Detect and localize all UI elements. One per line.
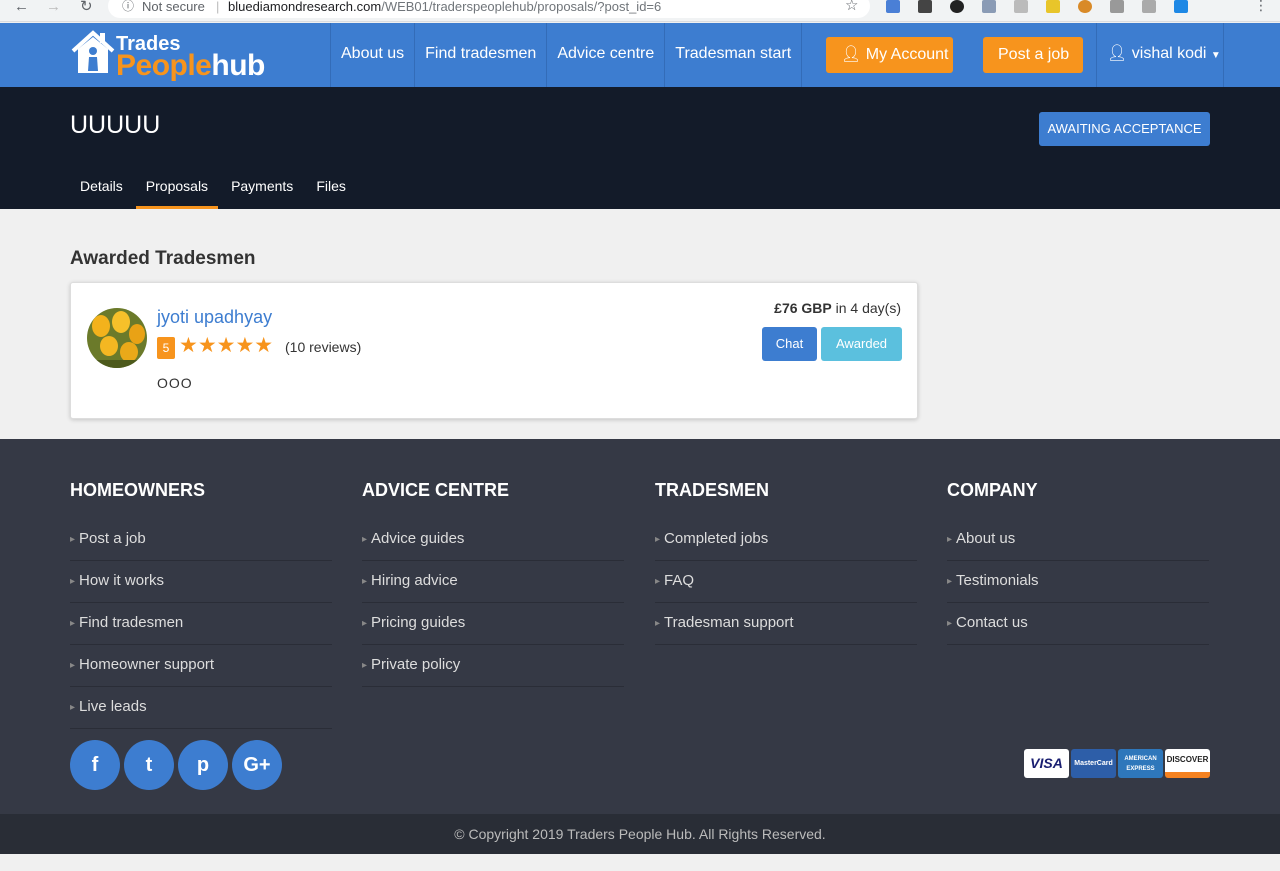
user-icon: 👤︎	[1107, 45, 1128, 62]
extension-icon[interactable]	[1078, 0, 1092, 13]
footer-link-testimonials[interactable]: Testimonials	[947, 561, 1209, 603]
main-nav: About us Find tradesmen Advice centre Tr…	[330, 23, 803, 87]
star-rating: ★★★★★	[179, 334, 274, 357]
footer-link-how-it-works[interactable]: How it works	[70, 561, 332, 603]
job-banner: UUUUU Awaiting Acceptance Details Propos…	[0, 87, 1280, 209]
extension-icon[interactable]	[1110, 0, 1124, 13]
awaiting-acceptance-button[interactable]: Awaiting Acceptance	[1039, 112, 1210, 146]
avatar[interactable]	[87, 308, 147, 368]
pinterest-icon[interactable]: p	[178, 740, 228, 790]
amex-icon: AMERICAN EXPRESS	[1118, 749, 1163, 778]
footer-link-contact-us[interactable]: Contact us	[947, 603, 1209, 645]
facebook-icon[interactable]: f	[70, 740, 120, 790]
footer-column-tradesmen: TRADESMEN Completed jobs FAQ Tradesman s…	[655, 479, 917, 645]
site-header: Trades Peoplehub About us Find tradesmen…	[0, 23, 1280, 87]
copyright-text: © Copyright 2019 Traders People Hub. All…	[0, 814, 1280, 854]
proposal-price: £76 GBP in 4 day(s)	[774, 300, 901, 316]
job-tabs: Details Proposals Payments Files	[70, 169, 359, 209]
footer-column-company: COMPANY About us Testimonials Contact us	[947, 479, 1209, 645]
footer-link-advice-guides[interactable]: Advice guides	[362, 519, 624, 561]
extension-icon[interactable]	[1174, 0, 1188, 13]
chat-button[interactable]: Chat	[762, 327, 817, 361]
proposal-message: OOO	[157, 375, 193, 391]
proposal-card: jyoti upadhyay 5 ★★★★★ (10 reviews) OOO …	[70, 282, 918, 419]
post-job-button[interactable]: Post a job	[983, 37, 1083, 73]
browser-toolbar: ← → ↻ ⓘ Not secure | bluediamondresearch…	[0, 0, 1280, 22]
more-vertical-icon[interactable]: ⋮	[1254, 0, 1268, 12]
section-title: Awarded Tradesmen	[70, 248, 256, 269]
house-logo-icon	[71, 30, 115, 73]
nav-tradesman-start[interactable]: Tradesman start	[664, 23, 803, 87]
footer-heading: HOMEOWNERS	[70, 480, 205, 500]
user-name: vishal kodi	[1131, 45, 1207, 62]
visa-icon: VISA	[1024, 749, 1069, 778]
nav-find-tradesmen[interactable]: Find tradesmen	[414, 23, 546, 87]
extension-icon[interactable]	[918, 0, 932, 13]
logo-people-text: Peoplehub	[116, 49, 265, 83]
footer-link-tradesman-support[interactable]: Tradesman support	[655, 603, 917, 645]
url-text[interactable]: bluediamondresearch.com/WEB01/traderspeo…	[228, 0, 661, 13]
tab-files[interactable]: Files	[306, 169, 356, 209]
extension-icon[interactable]	[1142, 0, 1156, 13]
footer-link-about-us[interactable]: About us	[947, 519, 1209, 561]
logo-hub-word: hub	[211, 49, 265, 82]
footer-link-live-leads[interactable]: Live leads	[70, 687, 332, 729]
footer-heading: TRADESMEN	[655, 480, 770, 500]
security-label[interactable]: Not secure	[142, 0, 205, 13]
extension-icon[interactable]	[950, 0, 964, 13]
payment-cards: VISA MasterCard AMERICAN EXPRESS DISCOVE…	[1024, 749, 1212, 778]
price-amount: £76 GBP	[774, 300, 832, 316]
caret-down-icon: ▼	[1210, 50, 1221, 61]
footer-link-post-job[interactable]: Post a job	[70, 519, 332, 561]
page-bottom	[0, 854, 1280, 871]
site-logo[interactable]: Trades Peoplehub	[70, 27, 280, 83]
forward-arrow-icon[interactable]: →	[46, 0, 61, 14]
reviews-count[interactable]: (10 reviews)	[285, 339, 361, 355]
footer-heading: COMPANY	[947, 480, 1038, 500]
footer-link-private-policy[interactable]: Private policy	[362, 645, 624, 687]
site-footer: HOMEOWNERS Post a job How it works Find …	[0, 439, 1280, 814]
footer-link-faq[interactable]: FAQ	[655, 561, 917, 603]
extension-icon[interactable]	[1046, 0, 1060, 13]
back-arrow-icon[interactable]: ←	[14, 0, 29, 14]
footer-link-hiring-advice[interactable]: Hiring advice	[362, 561, 624, 603]
tab-payments[interactable]: Payments	[221, 169, 303, 209]
google-plus-icon[interactable]: G+	[232, 740, 282, 790]
twitter-icon[interactable]: t	[124, 740, 174, 790]
info-icon[interactable]: ⓘ	[122, 0, 134, 13]
tab-proposals[interactable]: Proposals	[135, 169, 219, 209]
footer-link-completed-jobs[interactable]: Completed jobs	[655, 519, 917, 561]
url-path: /WEB01/traderspeoplehub/proposals/?post_…	[381, 0, 662, 14]
mastercard-icon: MasterCard	[1071, 749, 1116, 778]
price-duration: in 4 day(s)	[835, 300, 901, 316]
logo-people-word: People	[116, 49, 212, 82]
rating-badge: 5	[157, 337, 175, 359]
url-host: bluediamondresearch.com	[228, 0, 382, 14]
my-account-label: My Account	[865, 46, 949, 63]
tab-details[interactable]: Details	[70, 169, 133, 209]
job-title: UUUUU	[70, 111, 161, 139]
extension-icon[interactable]	[886, 0, 900, 13]
awarded-button[interactable]: Awarded	[821, 327, 902, 361]
extension-icon[interactable]	[1014, 0, 1028, 13]
social-links: f t p G+	[70, 740, 286, 790]
footer-column-homeowners: HOMEOWNERS Post a job How it works Find …	[70, 479, 332, 729]
footer-link-find-tradesmen[interactable]: Find tradesmen	[70, 603, 332, 645]
reload-icon[interactable]: ↻	[80, 0, 93, 14]
footer-link-pricing-guides[interactable]: Pricing guides	[362, 603, 624, 645]
footer-column-advice-centre: ADVICE CENTRE Advice guides Hiring advic…	[362, 479, 624, 687]
avatar-image	[87, 308, 147, 368]
discover-icon: DISCOVER	[1165, 749, 1210, 778]
footer-link-homeowner-support[interactable]: Homeowner support	[70, 645, 332, 687]
tradesman-name-link[interactable]: jyoti upadhyay	[157, 307, 272, 328]
my-account-button[interactable]: 👤︎ My Account	[826, 37, 953, 73]
nav-advice-centre[interactable]: Advice centre	[546, 23, 664, 87]
star-icon[interactable]: ☆	[845, 0, 858, 13]
user-menu-dropdown[interactable]: 👤︎ vishal kodi ▼	[1096, 23, 1224, 87]
footer-heading: ADVICE CENTRE	[362, 480, 510, 500]
url-separator: |	[216, 0, 220, 14]
user-icon: 👤︎	[841, 46, 862, 63]
extension-icon[interactable]	[982, 0, 996, 13]
nav-about-us[interactable]: About us	[330, 23, 414, 87]
